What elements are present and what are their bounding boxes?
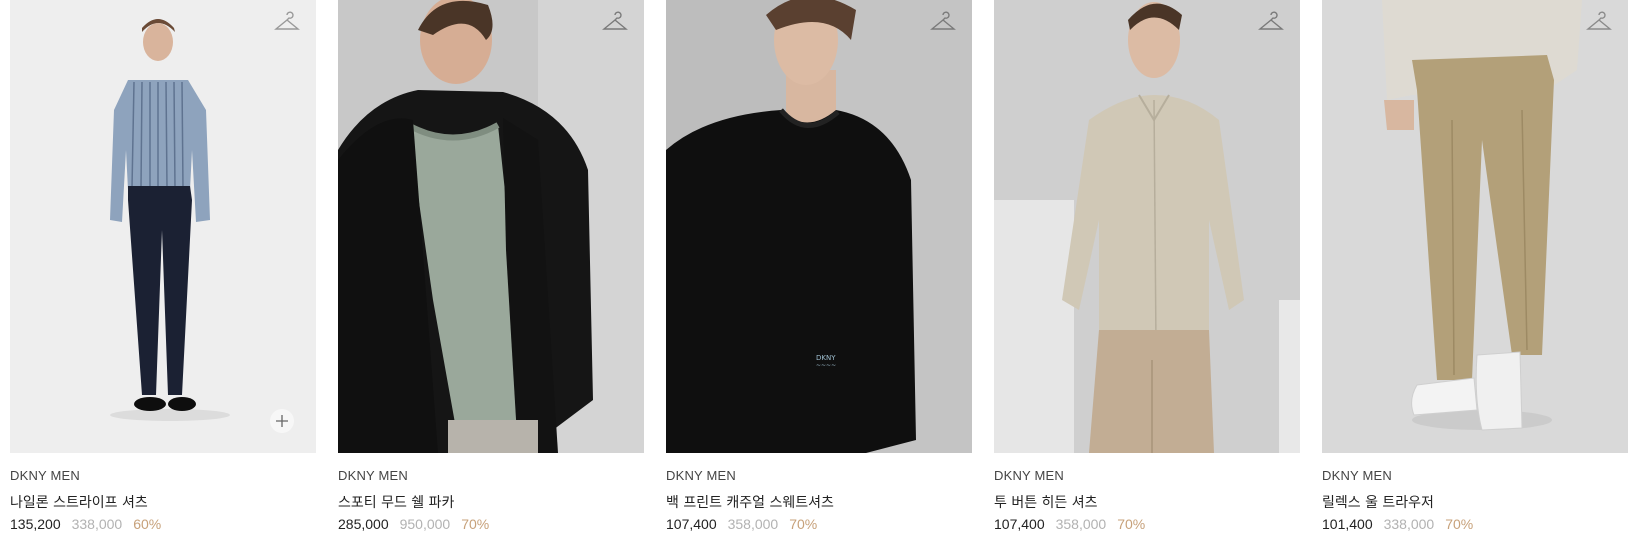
product-brand: DKNY MEN bbox=[1322, 468, 1392, 483]
product-card[interactable]: DKNY MEN 나일론 스트라이프 셔츠 135,200 338,000 60… bbox=[10, 0, 316, 532]
product-photo bbox=[1322, 0, 1628, 453]
product-name[interactable]: 투 버튼 히든 셔츠 bbox=[994, 492, 1300, 511]
product-prices: 101,400 338,000 70% bbox=[1322, 516, 1628, 532]
sale-price: 107,400 bbox=[994, 516, 1045, 532]
hanger-icon[interactable] bbox=[274, 11, 300, 33]
product-image[interactable] bbox=[338, 0, 644, 453]
hanger-icon[interactable] bbox=[602, 11, 628, 33]
product-photo: DKNY ~~~~ bbox=[666, 0, 972, 453]
svg-text:~~~~: ~~~~ bbox=[816, 362, 836, 369]
svg-text:DKNY: DKNY bbox=[816, 354, 836, 362]
product-card[interactable]: DKNY MEN 릴렉스 울 트라우저 101,400 338,000 70% bbox=[1322, 0, 1628, 532]
product-image[interactable] bbox=[10, 0, 316, 453]
hanger-icon[interactable] bbox=[1258, 11, 1284, 33]
product-photo bbox=[10, 0, 316, 453]
product-brand: DKNY MEN bbox=[994, 468, 1064, 483]
product-image[interactable] bbox=[1322, 0, 1628, 453]
discount-rate: 60% bbox=[133, 516, 162, 532]
product-image[interactable] bbox=[994, 0, 1300, 453]
product-name[interactable]: 릴렉스 울 트라우저 bbox=[1322, 492, 1628, 511]
product-prices: 285,000 950,000 70% bbox=[338, 516, 644, 532]
sale-price: 285,000 bbox=[338, 516, 389, 532]
original-price: 338,000 bbox=[71, 516, 123, 532]
discount-rate: 70% bbox=[1445, 516, 1474, 532]
product-card[interactable]: DKNY MEN 스포티 무드 쉘 파카 285,000 950,000 70% bbox=[338, 0, 644, 532]
product-name[interactable]: 나일론 스트라이프 셔츠 bbox=[10, 492, 316, 511]
hanger-icon[interactable] bbox=[930, 11, 956, 33]
original-price: 358,000 bbox=[727, 516, 779, 532]
original-price: 358,000 bbox=[1055, 516, 1107, 532]
product-brand: DKNY MEN bbox=[10, 468, 80, 483]
hanger-icon[interactable] bbox=[1586, 11, 1612, 33]
sale-price: 101,400 bbox=[1322, 516, 1373, 532]
product-brand: DKNY MEN bbox=[666, 468, 736, 483]
product-photo bbox=[338, 0, 644, 453]
product-photo bbox=[994, 0, 1300, 453]
product-name[interactable]: 스포티 무드 쉘 파카 bbox=[338, 492, 644, 511]
discount-rate: 70% bbox=[461, 516, 490, 532]
product-brand: DKNY MEN bbox=[338, 468, 408, 483]
plus-icon[interactable] bbox=[270, 409, 294, 433]
original-price: 338,000 bbox=[1383, 516, 1435, 532]
product-image[interactable]: DKNY ~~~~ bbox=[666, 0, 972, 453]
product-prices: 107,400 358,000 70% bbox=[666, 516, 972, 532]
sale-price: 107,400 bbox=[666, 516, 717, 532]
product-prices: 135,200 338,000 60% bbox=[10, 516, 316, 532]
discount-rate: 70% bbox=[789, 516, 818, 532]
product-name[interactable]: 백 프린트 캐주얼 스웨트셔츠 bbox=[666, 492, 972, 511]
original-price: 950,000 bbox=[399, 516, 451, 532]
discount-rate: 70% bbox=[1117, 516, 1146, 532]
sale-price: 135,200 bbox=[10, 516, 61, 532]
product-prices: 107,400 358,000 70% bbox=[994, 516, 1300, 532]
product-card[interactable]: DKNY MEN 투 버튼 히든 셔츠 107,400 358,000 70% bbox=[994, 0, 1300, 532]
product-card[interactable]: DKNY ~~~~ DKNY MEN 백 프린트 캐주얼 스웨트셔츠 107,4… bbox=[666, 0, 972, 532]
